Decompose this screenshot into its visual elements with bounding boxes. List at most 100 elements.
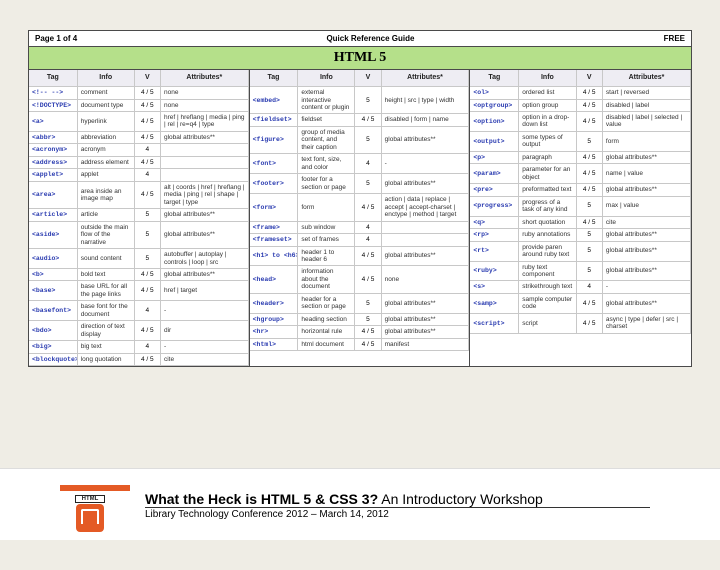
info-cell: sound content: [77, 249, 134, 269]
info-cell: provide paren around ruby text: [519, 241, 576, 261]
table-row: <acronym>acronym4: [29, 144, 248, 156]
tag-cell: <h1> to <h6>: [250, 246, 298, 266]
attr-cell: manifest: [381, 338, 469, 350]
col-header: V: [355, 70, 381, 87]
attr-cell: start | reversed: [602, 87, 690, 99]
version-cell: 4 / 5: [134, 353, 160, 365]
attr-cell: none: [381, 266, 469, 293]
attr-cell: max | value: [602, 196, 690, 216]
tag-cell: <optgroup>: [470, 99, 518, 111]
tables-grid: TagInfoVAttributes*<!-- -->comment4 / 5n…: [29, 70, 691, 366]
table-row: <bdo>direction of text display4 / 5dir: [29, 321, 248, 341]
info-cell: option group: [519, 99, 576, 111]
info-cell: parameter for an object: [519, 164, 576, 184]
tag-cell: <!DOCTYPE>: [29, 99, 77, 111]
tag-cell: <address>: [29, 156, 77, 168]
table-row: <samp>sample computer code4 / 5global at…: [470, 293, 690, 313]
version-cell: 4: [134, 301, 160, 321]
attr-cell: global attributes**: [602, 241, 690, 261]
table-row: <rt>provide paren around ruby text5globa…: [470, 241, 690, 261]
attr-cell: none: [160, 99, 248, 111]
table-header-row: TagInfoVAttributes*: [250, 70, 469, 87]
attr-cell: global attributes**: [602, 229, 690, 241]
info-cell: some types of output: [519, 131, 576, 151]
tag-cell: <a>: [29, 111, 77, 131]
version-cell: 5: [134, 209, 160, 221]
version-cell: 4 / 5: [576, 293, 602, 313]
table-row: <area>area inside an image map4 / 5alt |…: [29, 181, 248, 208]
info-cell: form: [298, 194, 355, 221]
info-cell: header for a section or page: [298, 293, 355, 313]
tag-cell: <area>: [29, 181, 77, 208]
tag-cell: <acronym>: [29, 144, 77, 156]
tag-cell: <s>: [470, 281, 518, 293]
version-cell: 5: [576, 261, 602, 281]
ref-table-3: TagInfoVAttributes*<ol>ordered list4 / 5…: [470, 70, 691, 334]
info-cell: horizontal rule: [298, 326, 355, 338]
version-cell: 4 / 5: [134, 269, 160, 281]
table-row: <!DOCTYPE>document type4 / 5none: [29, 99, 248, 111]
attr-cell: height | src | type | width: [381, 87, 469, 114]
version-cell: 4 / 5: [576, 111, 602, 131]
info-cell: option in a drop-down list: [519, 111, 576, 131]
version-cell: 4: [355, 234, 381, 246]
attr-cell: action | data | replace | accept | accep…: [381, 194, 469, 221]
attr-cell: [160, 144, 248, 156]
tag-cell: <hr>: [250, 326, 298, 338]
version-cell: 4 / 5: [576, 313, 602, 333]
table-row: <p>paragraph4 / 5global attributes**: [470, 151, 690, 163]
reference-sheet: Page 1 of 4 Quick Reference Guide FREE H…: [28, 30, 692, 367]
tag-cell: <article>: [29, 209, 77, 221]
info-cell: ruby text component: [519, 261, 576, 281]
tag-cell: <html>: [250, 338, 298, 350]
table-row: <form>form4 / 5action | data | replace |…: [250, 194, 469, 221]
col-header: Info: [519, 70, 576, 87]
tag-cell: <fieldset>: [250, 114, 298, 126]
info-cell: sub window: [298, 221, 355, 233]
attr-cell: [160, 169, 248, 181]
col-header: Tag: [250, 70, 298, 87]
version-cell: 5: [134, 221, 160, 248]
info-cell: direction of text display: [77, 321, 134, 341]
version-cell: 4 / 5: [355, 338, 381, 350]
attr-cell: none: [160, 87, 248, 99]
table-row: <footer>footer for a section or page5glo…: [250, 174, 469, 194]
table-row: <frame>sub window4: [250, 221, 469, 233]
version-cell: 4 / 5: [134, 181, 160, 208]
table-row: <header>header for a section or page5glo…: [250, 293, 469, 313]
info-cell: sample computer code: [519, 293, 576, 313]
attr-cell: global attributes**: [381, 174, 469, 194]
attr-cell: global attributes**: [160, 209, 248, 221]
info-cell: article: [77, 209, 134, 221]
table-row: <big>big text4-: [29, 341, 248, 353]
tag-cell: <script>: [470, 313, 518, 333]
table-col-1: TagInfoVAttributes*<!-- -->comment4 / 5n…: [29, 70, 250, 366]
table-row: <head>information about the document4 / …: [250, 266, 469, 293]
tag-cell: <aside>: [29, 221, 77, 248]
attr-cell: cite: [160, 353, 248, 365]
version-cell: 4 / 5: [134, 281, 160, 301]
attr-cell: dir: [160, 321, 248, 341]
table-row: <frameset>set of frames4: [250, 234, 469, 246]
col-header: Attributes*: [160, 70, 248, 87]
version-cell: 4 / 5: [355, 266, 381, 293]
table-row: <aside>outside the main flow of the narr…: [29, 221, 248, 248]
table-row: <applet>applet4: [29, 169, 248, 181]
version-cell: 4 / 5: [355, 246, 381, 266]
tag-cell: <frame>: [250, 221, 298, 233]
info-cell: address element: [77, 156, 134, 168]
tag-cell: <abbr>: [29, 131, 77, 143]
attr-cell: async | type | defer | src | charset: [602, 313, 690, 333]
attr-cell: global attributes**: [602, 184, 690, 196]
table-row: <audio>sound content5autobuffer | autopl…: [29, 249, 248, 269]
table-row: <hr>horizontal rule4 / 5global attribute…: [250, 326, 469, 338]
info-cell: heading section: [298, 313, 355, 325]
tag-cell: <bdo>: [29, 321, 77, 341]
version-cell: 4: [134, 144, 160, 156]
tag-cell: <option>: [470, 111, 518, 131]
tag-cell: <ol>: [470, 87, 518, 99]
attr-cell: global attributes**: [602, 261, 690, 281]
tag-cell: <form>: [250, 194, 298, 221]
col-header: Tag: [29, 70, 77, 87]
table-row: <b>bold text4 / 5global attributes**: [29, 269, 248, 281]
